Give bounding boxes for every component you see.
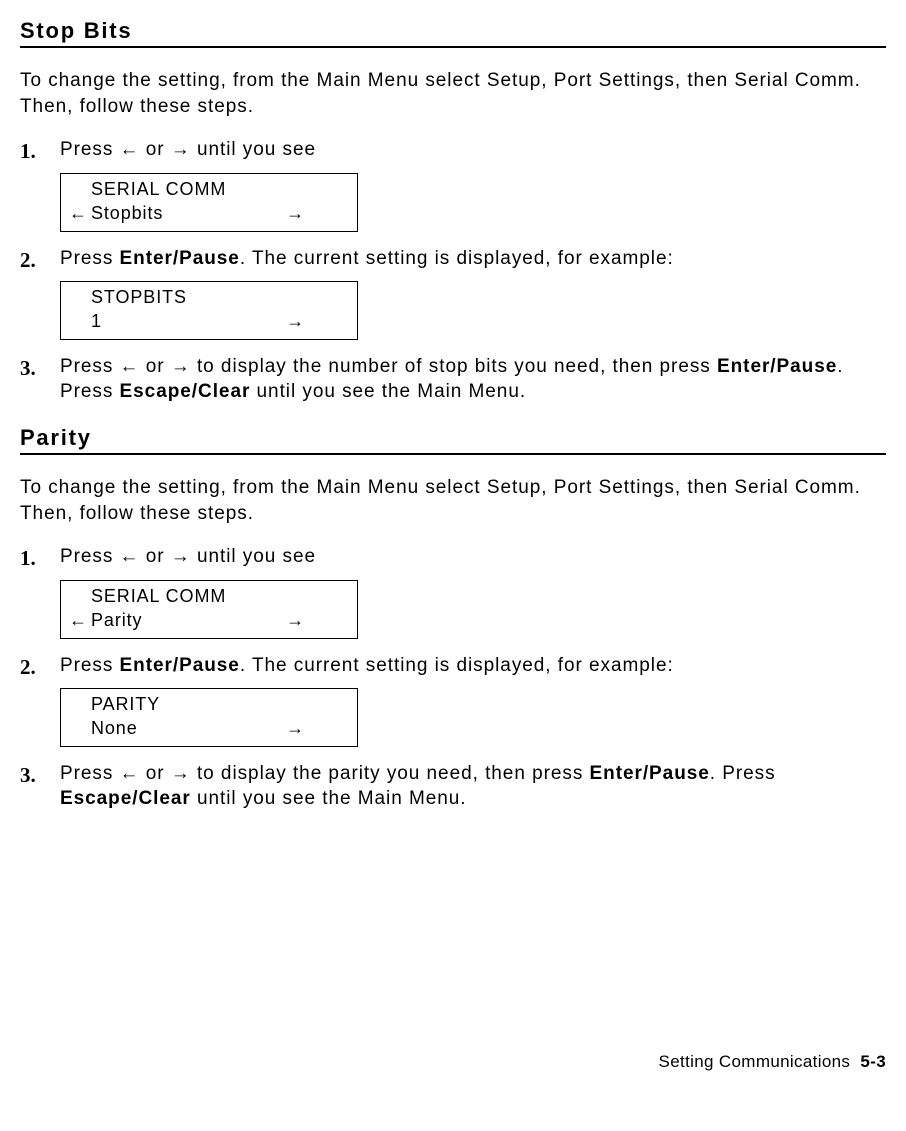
right-arrow-icon: → [211, 309, 349, 333]
section-title-stopbits: Stop Bits [20, 18, 886, 48]
display-line1: SERIAL COMM [69, 177, 349, 201]
display-stopbits-serialcomm: SERIAL COMM ← Stopbits → [60, 173, 358, 232]
step2-keyword: Enter/Pause [120, 248, 240, 269]
display-parity-serialcomm: SERIAL COMM ← Parity → [60, 580, 358, 639]
steps-stopbits: Press ← or → until you see SERIAL COMM ←… [20, 137, 886, 405]
page-footer: Setting Communications 5-3 [20, 1052, 886, 1072]
intro-stopbits: To change the setting, from the Main Men… [20, 68, 886, 119]
intro-parity: To change the setting, from the Main Men… [20, 475, 886, 526]
step2-post-text: . The current setting is displayed, for … [240, 655, 674, 676]
left-arrow-icon: ← [120, 763, 140, 784]
right-arrow-icon: → [171, 356, 191, 377]
step3-mid-text: to display the parity you need, then pre… [191, 763, 590, 784]
step1-or-text: or [140, 546, 171, 567]
step3-mid2-text: . Press [710, 763, 776, 784]
display-line2: Parity [91, 608, 211, 632]
left-arrow-icon: ← [120, 356, 140, 377]
step1-pre-text: Press [60, 546, 120, 567]
step-parity-2: Press Enter/Pause. The current setting i… [20, 653, 886, 747]
display-line1: PARITY [69, 692, 349, 716]
footer-label: Setting Communications [659, 1052, 851, 1071]
step-stopbits-1: Press ← or → until you see SERIAL COMM ←… [20, 137, 886, 231]
display-line2: None [91, 716, 211, 740]
step-parity-3: Press ← or → to display the parity you n… [20, 761, 886, 812]
step2-post-text: . The current setting is displayed, for … [240, 248, 674, 269]
step2-keyword: Enter/Pause [120, 655, 240, 676]
step3-mid-text: to display the number of stop bits you n… [191, 356, 717, 377]
step3-or-text: or [140, 356, 171, 377]
display-parity-value: PARITY None → [60, 688, 358, 747]
footer-page-number: 5-3 [860, 1052, 886, 1071]
display-line2: Stopbits [91, 201, 211, 225]
step-parity-1: Press ← or → until you see SERIAL COMM ←… [20, 544, 886, 638]
step1-post-text: until you see [191, 546, 316, 567]
step2-pre-text: Press [60, 248, 120, 269]
display-stopbits-value: STOPBITS 1 → [60, 281, 358, 340]
right-arrow-icon: → [211, 201, 349, 225]
step3-pre-text: Press [60, 356, 120, 377]
step3-keyword2: Escape/Clear [120, 381, 251, 402]
left-arrow-icon: ← [69, 608, 91, 632]
step-stopbits-3: Press ← or → to display the number of st… [20, 354, 886, 405]
display-line1: STOPBITS [69, 285, 349, 309]
left-arrow-icon: ← [120, 546, 140, 567]
step1-or-text: or [140, 139, 171, 160]
right-arrow-icon: → [171, 763, 191, 784]
right-arrow-icon: → [171, 139, 191, 160]
left-arrow-icon: ← [69, 201, 91, 225]
right-arrow-icon: → [211, 716, 349, 740]
display-line1: SERIAL COMM [69, 584, 349, 608]
right-arrow-icon: → [211, 608, 349, 632]
step3-keyword1: Enter/Pause [590, 763, 710, 784]
step1-pre-text: Press [60, 139, 120, 160]
step1-post-text: until you see [191, 139, 316, 160]
step3-keyword2: Escape/Clear [60, 788, 191, 809]
section-title-parity: Parity [20, 425, 886, 455]
step2-pre-text: Press [60, 655, 120, 676]
step3-or-text: or [140, 763, 171, 784]
left-arrow-icon: ← [120, 139, 140, 160]
step3-post-text: until you see the Main Menu. [191, 788, 467, 809]
step3-post-text: until you see the Main Menu. [250, 381, 526, 402]
steps-parity: Press ← or → until you see SERIAL COMM ←… [20, 544, 886, 812]
step3-keyword1: Enter/Pause [717, 356, 837, 377]
step-stopbits-2: Press Enter/Pause. The current setting i… [20, 246, 886, 340]
step3-pre-text: Press [60, 763, 120, 784]
display-line2: 1 [91, 309, 211, 333]
right-arrow-icon: → [171, 546, 191, 567]
